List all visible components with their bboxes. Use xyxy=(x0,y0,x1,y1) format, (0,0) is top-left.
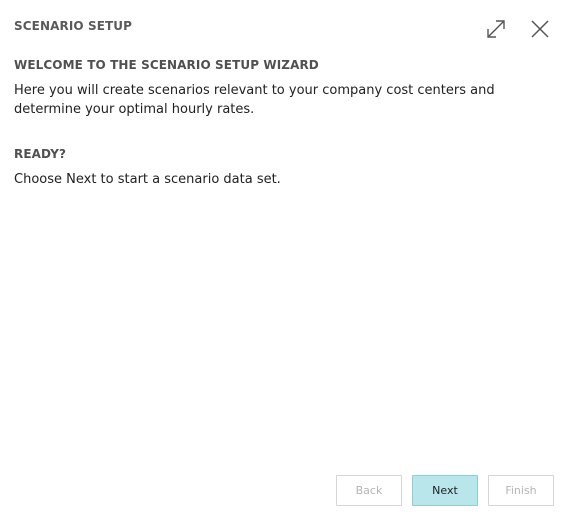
back-button[interactable]: Back xyxy=(336,475,402,506)
scenario-setup-dialog: SCENARIO SETUP WELCOME TO THE SCENARIO S… xyxy=(0,0,567,519)
dialog-title: SCENARIO SETUP xyxy=(14,19,133,33)
welcome-text: Here you will create scenarios relevant … xyxy=(14,83,495,117)
close-icon xyxy=(529,18,551,40)
next-button[interactable]: Next xyxy=(412,475,478,506)
expand-icon xyxy=(484,17,508,41)
wizard-footer: Back Next Finish xyxy=(336,475,554,506)
ready-heading: READY? xyxy=(14,147,67,161)
close-button[interactable] xyxy=(525,14,555,44)
expand-button[interactable] xyxy=(481,14,511,44)
ready-text: Choose Next to start a scenario data set… xyxy=(14,172,281,187)
welcome-heading: WELCOME TO THE SCENARIO SETUP WIZARD xyxy=(14,58,319,72)
finish-button[interactable]: Finish xyxy=(488,475,554,506)
title-actions xyxy=(467,14,555,44)
